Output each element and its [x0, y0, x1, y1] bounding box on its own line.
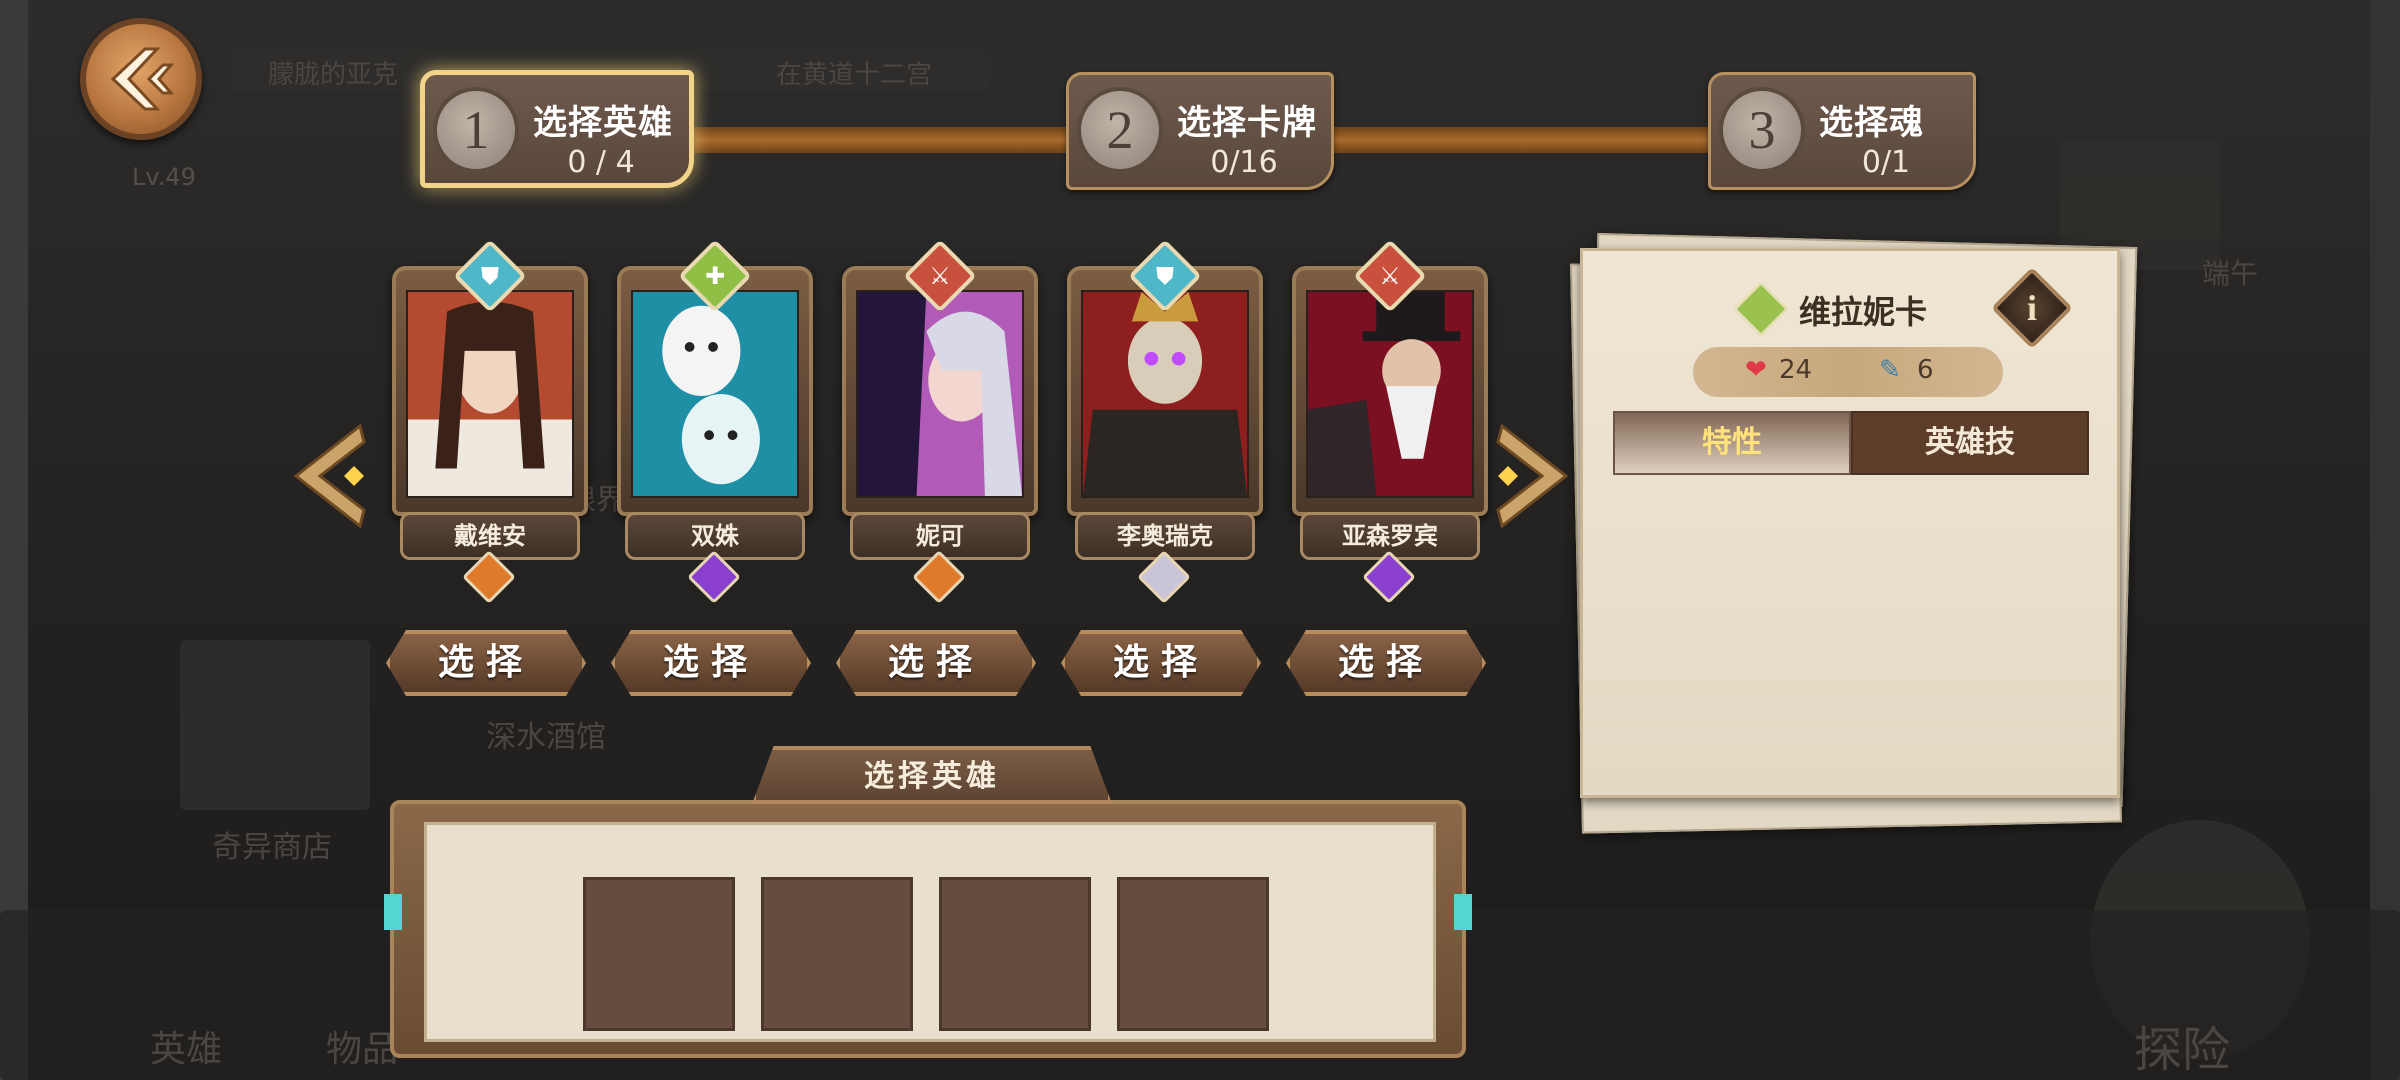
chevron-right-icon: [1496, 423, 1569, 529]
back-arrow-icon: [110, 47, 175, 111]
step-select-soul[interactable]: 3 选择魂 0/1: [1708, 72, 1976, 190]
select-hero-button[interactable]: 选择: [386, 630, 586, 696]
select-hero-button[interactable]: 选择: [611, 630, 811, 696]
selected-heroes-title: 选择英雄: [752, 746, 1112, 804]
bg-label: 奇异商店: [212, 830, 332, 865]
detail-hero-name: 维拉妮卡: [1799, 293, 1928, 331]
shield-icon: ⛊: [481, 262, 499, 290]
chevron-left-icon: [293, 423, 366, 529]
card-count-value: 6: [1917, 355, 1934, 385]
slot-area: [424, 822, 1436, 1042]
prev-page-button[interactable]: [290, 422, 372, 530]
sword-icon: ⚔: [1379, 262, 1401, 290]
hero-slot[interactable]: [761, 877, 913, 1031]
card-icon: ✎: [1879, 355, 1901, 385]
info-icon: i: [2026, 288, 2037, 328]
hero-slot[interactable]: [939, 877, 1091, 1031]
stat-bar: ❤ 24 ✎ 6: [1693, 347, 2003, 397]
select-hero-button[interactable]: 选择: [836, 630, 1036, 696]
hp-value: 24: [1779, 355, 1813, 385]
heart-icon: ❤: [1745, 355, 1767, 385]
hero-portrait: [1306, 290, 1474, 498]
tab-traits[interactable]: 特性: [1613, 411, 1851, 475]
side-gem-icon: [384, 894, 402, 930]
detail-card: 维拉妮卡 i ❤ 24 ✎ 6 特性 英雄技: [1580, 248, 2120, 798]
hero-slot[interactable]: [1117, 877, 1269, 1031]
detail-tabs: 特性 英雄技: [1613, 411, 2089, 475]
hero-portrait: [631, 290, 799, 498]
step-title: 选择卡牌: [1177, 103, 1317, 143]
bg-building: [180, 640, 370, 810]
sword-icon: ⚔: [929, 262, 951, 290]
next-page-button[interactable]: [1490, 422, 1572, 530]
hero-portrait: [406, 290, 574, 498]
back-button[interactable]: [80, 18, 202, 140]
bg-label: 物品: [326, 1029, 399, 1070]
shield-icon: ⛊: [1156, 262, 1174, 290]
info-button[interactable]: i: [1990, 266, 2074, 350]
bg-label: 深水酒馆: [486, 720, 606, 755]
hero-slot[interactable]: [583, 877, 735, 1031]
bg-label: 探险: [2134, 1022, 2231, 1078]
step-select-cards[interactable]: 2 选择卡牌 0/16: [1066, 72, 1334, 190]
step-count: 0/16: [1210, 145, 1278, 180]
step-title: 选择魂: [1819, 103, 1924, 143]
hero-portrait: [856, 290, 1024, 498]
selected-heroes-panel: 选择英雄: [384, 746, 1472, 1058]
bg-label: 在黄道十二宫: [776, 60, 933, 90]
step-count: 0 / 4: [567, 145, 635, 180]
heal-icon: ✚: [704, 262, 726, 290]
step-count: 0/1: [1861, 145, 1911, 180]
step-select-hero[interactable]: 1 选择英雄 0 / 4: [420, 70, 694, 188]
step-title: 选择英雄: [533, 103, 673, 143]
select-hero-button[interactable]: 选择: [1286, 630, 1486, 696]
select-hero-button[interactable]: 选择: [1061, 630, 1261, 696]
side-gem-icon: [1454, 894, 1472, 930]
bg-label: 朦胧的亚克: [268, 60, 399, 90]
bg-label: 英雄: [150, 1029, 223, 1070]
class-heal-icon: [1732, 280, 1790, 338]
tab-hero-skill[interactable]: 英雄技: [1851, 411, 2089, 475]
hero-detail-panel: 维拉妮卡 i ❤ 24 ✎ 6 特性 英雄技: [1570, 233, 2138, 834]
player-level: Lv.49: [132, 163, 196, 191]
bg-label: 端午: [2202, 257, 2259, 290]
hero-portrait: [1081, 290, 1249, 498]
